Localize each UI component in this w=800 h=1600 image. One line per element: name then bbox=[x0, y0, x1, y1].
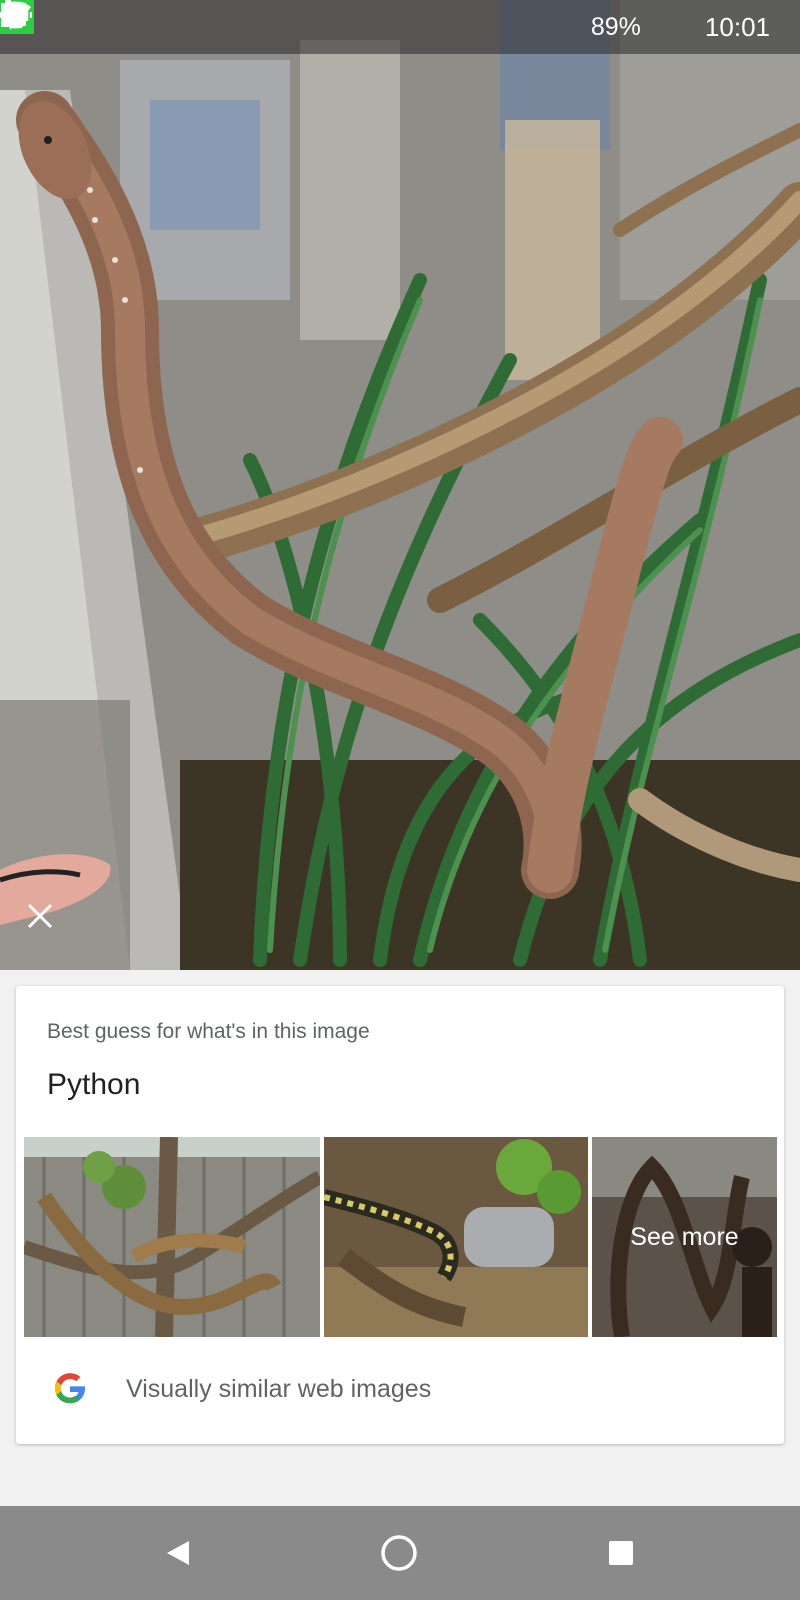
cell-signal-icon bbox=[2, 2, 577, 42]
status-bar: a bbox=[0, 0, 800, 54]
recents-icon bbox=[609, 1541, 633, 1565]
visually-similar-images-link[interactable]: Visually similar web images bbox=[16, 1349, 784, 1429]
recents-button[interactable] bbox=[596, 1528, 646, 1578]
home-icon bbox=[381, 1535, 417, 1571]
clock: 10:01 bbox=[704, 11, 770, 42]
carpet-python-terrarium-thumbnail[interactable] bbox=[324, 1137, 588, 1337]
navigation-bar bbox=[0, 1506, 800, 1600]
google-g-logo bbox=[55, 1373, 85, 1404]
audio-wave-icon bbox=[1, 1, 64, 42]
visually-similar-label: Visually similar web images bbox=[126, 1374, 432, 1403]
wifi-icon bbox=[1, 1, 533, 42]
gallery-icon bbox=[3, 4, 202, 42]
screen: a bbox=[0, 0, 800, 1600]
best-guess-card: Best guess for what's in this image Pyth… bbox=[16, 986, 784, 1444]
gmail-icon bbox=[0, 2, 156, 42]
system-icons: 89% 10:01 bbox=[0, 0, 770, 43]
snake-enclosure-photo bbox=[0, 0, 800, 970]
best-guess-title[interactable]: Python bbox=[47, 1068, 140, 1102]
close-icon bbox=[27, 903, 53, 929]
best-guess-subtitle: Best guess for what's in this image bbox=[47, 1020, 370, 1043]
back-button[interactable] bbox=[153, 1528, 203, 1578]
close-button[interactable] bbox=[26, 902, 66, 942]
battery-icon bbox=[1, 0, 685, 42]
similar-image-thumbnails: See more bbox=[24, 1137, 777, 1337]
see-more-label[interactable]: See more bbox=[592, 1137, 777, 1337]
phone-app-icon bbox=[0, 0, 248, 42]
data-saver-icon bbox=[1, 1, 357, 42]
alarm-icon bbox=[2, 2, 489, 42]
back-icon bbox=[167, 1541, 189, 1565]
python-outdoor-thumbnail[interactable]: See more bbox=[592, 1137, 777, 1337]
query-photo: a bbox=[0, 0, 800, 970]
python-in-tree-thumbnail[interactable] bbox=[24, 1137, 320, 1337]
home-button[interactable] bbox=[374, 1528, 424, 1578]
notification-icons: a bbox=[0, 0, 248, 42]
amazon-icon: a bbox=[1, 4, 110, 42]
battery-percent: 89% bbox=[590, 12, 641, 41]
bluetooth-icon bbox=[3, 0, 401, 42]
vibrate-icon bbox=[0, 1, 445, 42]
